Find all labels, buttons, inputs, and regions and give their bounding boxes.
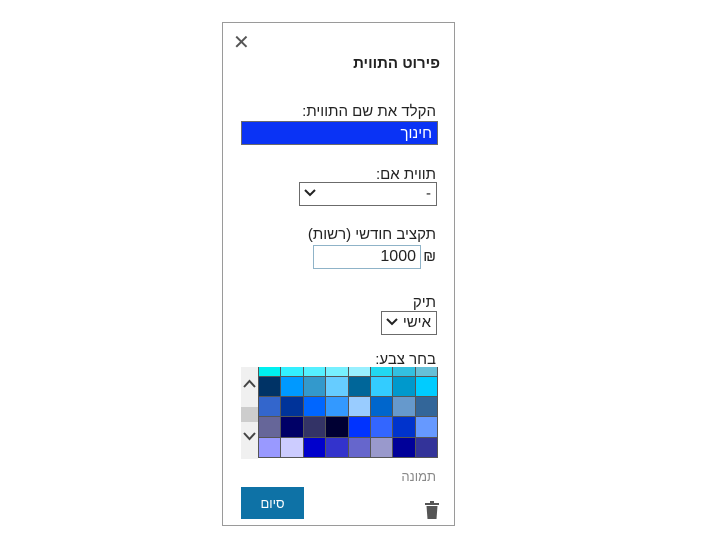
color-swatch[interactable] [258,417,282,438]
color-swatch[interactable] [415,396,438,417]
parent-label-value: - [426,185,431,202]
choose-color-label: בחר צבע: [375,351,436,368]
color-swatch[interactable] [348,396,371,417]
color-swatch[interactable] [370,367,394,376]
monthly-budget-input[interactable] [313,245,421,269]
color-swatch-row [258,437,438,458]
color-swatch[interactable] [393,437,416,458]
chevron-down-icon [385,313,399,335]
color-swatch[interactable] [281,367,304,376]
color-swatch[interactable] [348,376,371,397]
color-swatch[interactable] [348,367,371,376]
color-swatch[interactable] [415,376,438,397]
color-swatch[interactable] [415,367,438,376]
close-icon[interactable]: ✕ [233,33,250,53]
color-swatch[interactable] [326,437,349,458]
color-swatch[interactable] [303,396,327,417]
label-details-panel: ✕ פירוט התווית הקלד את שם התווית: תווית … [222,22,455,526]
color-swatch[interactable] [258,396,282,417]
color-swatch[interactable] [281,417,304,438]
parent-label-label: תווית אם: [375,166,436,183]
chevron-down-icon[interactable] [241,427,258,445]
color-swatch[interactable] [415,437,438,458]
color-swatch[interactable] [370,417,394,438]
color-swatch[interactable] [258,376,282,397]
color-swatch[interactable] [303,437,327,458]
color-swatch[interactable] [348,437,371,458]
color-swatch[interactable] [258,437,282,458]
color-swatch[interactable] [370,396,394,417]
color-swatch[interactable] [370,437,394,458]
folder-select[interactable]: אישי [381,311,437,335]
monthly-budget-label: תקציב חודשי (רשות) [307,226,436,243]
color-swatch[interactable] [326,396,349,417]
color-picker-scrollbar[interactable] [241,367,258,459]
color-swatch[interactable] [348,417,371,438]
color-swatch[interactable] [326,417,349,438]
color-swatch[interactable] [393,396,416,417]
panel-title: פירוט התווית [353,55,440,72]
color-swatch[interactable] [303,367,327,376]
parent-label-select[interactable]: - [299,182,437,206]
chevron-up-icon[interactable] [241,375,258,393]
color-swatch-grid [258,376,438,458]
color-swatch[interactable] [303,376,327,397]
label-name-input[interactable] [241,121,438,145]
color-picker [241,367,438,459]
color-swatch[interactable] [326,367,349,376]
folder-value: אישי [402,314,431,331]
color-swatch[interactable] [393,417,416,438]
color-swatch-row [258,396,438,417]
color-swatch[interactable] [370,376,394,397]
image-link[interactable]: תמונה [401,469,436,484]
scrollbar-thumb[interactable] [241,407,258,422]
color-swatch[interactable] [303,417,327,438]
color-swatch[interactable] [281,396,304,417]
color-swatch[interactable] [326,376,349,397]
trash-icon[interactable] [425,501,439,524]
folder-label: תיק [412,294,436,311]
color-swatch[interactable] [258,367,282,376]
color-swatch-row [258,417,438,438]
color-swatch[interactable] [281,437,304,458]
color-swatch[interactable] [281,376,304,397]
color-swatch[interactable] [393,376,416,397]
color-swatch-row [258,376,438,397]
currency-symbol: ₪ [423,248,436,265]
color-swatch-row-partial [258,367,438,376]
done-button[interactable]: סיום [241,487,304,519]
color-swatch[interactable] [393,367,416,376]
chevron-down-icon [303,184,317,206]
label-name-label: הקלד את שם התווית: [302,103,436,120]
color-swatch[interactable] [415,417,438,438]
